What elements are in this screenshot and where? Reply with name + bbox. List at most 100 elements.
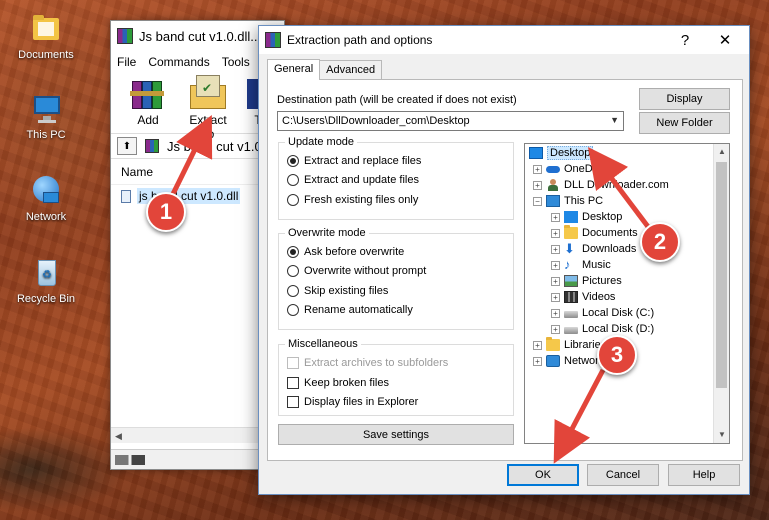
collapse-icon[interactable]: − <box>533 196 542 206</box>
radio-label: Skip existing files <box>304 285 389 297</box>
radio-overwrite-without-prompt[interactable]: Overwrite without prompt <box>287 265 426 277</box>
add-button[interactable]: Add <box>123 73 173 133</box>
tree-scrollbar[interactable]: ▲ ▼ <box>713 144 729 443</box>
desktop-icon-label: Recycle Bin <box>16 293 76 305</box>
destination-label: Destination path (will be created if doe… <box>277 94 517 106</box>
expand-icon[interactable]: + <box>533 340 542 350</box>
destination-path-value: C:\Users\DllDownloader_com\Desktop <box>282 115 470 127</box>
cancel-button[interactable]: Cancel <box>587 464 659 486</box>
radio-skip-existing[interactable]: Skip existing files <box>287 285 388 297</box>
dialog-title-bar[interactable]: Extraction path and options ? ✕ <box>259 26 749 54</box>
expand-icon[interactable]: + <box>533 164 542 174</box>
desktop-icon-network[interactable]: Network <box>4 174 88 223</box>
folder-tree-view[interactable]: Desktop + OneDrive + DLL Downloader.com … <box>524 143 730 444</box>
scroll-thumb[interactable] <box>716 162 727 388</box>
desktop-folder-icon <box>564 211 578 223</box>
tree-node-local-disk-c[interactable]: + Local Disk (C:) <box>551 305 654 321</box>
file-row[interactable]: js band cut v1.0.dll <box>121 187 281 205</box>
archive-small-icon <box>145 139 159 153</box>
radio-fresh-existing[interactable]: Fresh existing files only <box>287 194 418 206</box>
display-button[interactable]: Display <box>639 88 730 110</box>
close-button[interactable]: ✕ <box>705 26 745 54</box>
tree-node-downloads[interactable]: + ⬇ Downloads <box>551 241 636 257</box>
tree-node-network[interactable]: + Network <box>533 353 604 369</box>
tree-node-pc-desktop[interactable]: + Desktop <box>551 209 622 225</box>
tree-node-label: Local Disk (C:) <box>582 307 655 319</box>
tree-node-pictures[interactable]: + Pictures <box>551 273 622 289</box>
tree-node-label: Local Disk (D:) <box>582 323 655 335</box>
checkbox-keep-broken[interactable]: Keep broken files <box>287 377 389 389</box>
checkbox-label: Keep broken files <box>304 377 389 389</box>
miscellaneous-title: Miscellaneous <box>285 338 361 350</box>
tree-node-label: Documents <box>582 227 638 239</box>
destination-path-combo[interactable]: C:\Users\DllDownloader_com\Desktop ▼ <box>277 111 624 131</box>
radio-icon <box>287 285 299 297</box>
tree-node-local-disk-d[interactable]: + Local Disk (D:) <box>551 321 654 337</box>
checkbox-display-in-explorer[interactable]: Display files in Explorer <box>287 396 418 408</box>
tree-node-documents[interactable]: + Documents <box>551 225 638 241</box>
network-icon <box>546 355 560 367</box>
extract-to-label: Extract To <box>189 113 227 141</box>
scroll-up-icon[interactable]: ▲ <box>714 144 729 160</box>
ok-button[interactable]: OK <box>507 464 579 486</box>
expand-icon[interactable]: + <box>551 292 560 302</box>
overwrite-mode-group: Overwrite mode Ask before overwrite Over… <box>278 227 514 330</box>
menu-tools[interactable]: Tools <box>216 55 256 69</box>
new-folder-button[interactable]: New Folder <box>639 112 730 134</box>
expand-icon[interactable]: + <box>551 212 560 222</box>
radio-extract-update[interactable]: Extract and update files <box>287 174 419 186</box>
chevron-down-icon[interactable]: ▼ <box>610 115 619 125</box>
tab-advanced[interactable]: Advanced <box>319 60 383 80</box>
close-icon: ✕ <box>718 32 732 49</box>
help-title-button[interactable]: ? <box>665 26 705 54</box>
tree-node-this-pc[interactable]: − This PC <box>533 193 603 209</box>
desktop-icon-documents[interactable]: Documents <box>4 12 88 61</box>
extract-to-button[interactable]: ✔ Extract To <box>183 73 233 141</box>
tree-node-onedrive[interactable]: + OneDrive <box>533 161 610 177</box>
tree-node-label: Music <box>582 259 611 271</box>
pictures-icon <box>564 275 578 287</box>
desktop-icon-this-pc[interactable]: This PC <box>4 92 88 141</box>
radio-rename-automatically[interactable]: Rename automatically <box>287 304 413 316</box>
dialog-tabs: General Advanced <box>267 59 383 80</box>
expand-icon[interactable]: + <box>551 244 560 254</box>
expand-icon[interactable]: + <box>533 356 542 366</box>
music-note-icon: ♪ <box>564 257 571 272</box>
radio-icon <box>287 246 299 258</box>
expand-icon[interactable]: + <box>551 228 560 238</box>
radio-label: Extract and replace files <box>304 155 422 167</box>
radio-extract-replace[interactable]: Extract and replace files <box>287 155 421 167</box>
tree-node-label: Downloads <box>582 243 637 255</box>
extraction-dialog: Extraction path and options ? ✕ General … <box>258 25 750 495</box>
up-folder-button[interactable]: ⬆ <box>117 137 137 155</box>
recycle-bin-icon: ♻ <box>29 256 63 290</box>
tree-node-user[interactable]: + DLL Downloader.com <box>533 177 669 193</box>
scroll-down-icon[interactable]: ▼ <box>714 427 729 443</box>
tree-node-music[interactable]: + ♪ Music <box>551 257 611 273</box>
radio-ask-before-overwrite[interactable]: Ask before overwrite <box>287 246 404 258</box>
radio-label: Ask before overwrite <box>304 246 405 258</box>
expand-icon[interactable]: + <box>551 324 560 334</box>
expand-icon[interactable]: + <box>551 260 560 270</box>
overwrite-mode-title: Overwrite mode <box>285 227 369 239</box>
tree-node-desktop[interactable]: Desktop <box>529 145 594 161</box>
desktop-icon-recycle-bin[interactable]: ♻ Recycle Bin <box>4 256 88 305</box>
expand-icon[interactable]: + <box>551 276 560 286</box>
drive-icon <box>564 327 578 334</box>
winrar-dialog-icon <box>265 32 281 48</box>
tree-node-libraries[interactable]: + Libraries <box>533 337 606 353</box>
expand-icon[interactable]: + <box>533 180 542 190</box>
desktop-icon-label: This PC <box>26 129 66 141</box>
checkbox-icon <box>287 377 299 389</box>
menu-commands[interactable]: Commands <box>142 55 215 69</box>
winrar-title: Js band cut v1.0.dll... <box>139 28 262 44</box>
menu-file[interactable]: File <box>111 55 142 69</box>
radio-icon <box>287 174 299 186</box>
tree-node-videos[interactable]: + Videos <box>551 289 615 305</box>
help-button[interactable]: Help <box>668 464 740 486</box>
expand-icon[interactable]: + <box>551 308 560 318</box>
tab-general[interactable]: General <box>267 59 321 80</box>
question-icon: ? <box>680 31 690 49</box>
radio-label: Extract and update files <box>304 174 419 186</box>
save-settings-button[interactable]: Save settings <box>278 424 514 445</box>
